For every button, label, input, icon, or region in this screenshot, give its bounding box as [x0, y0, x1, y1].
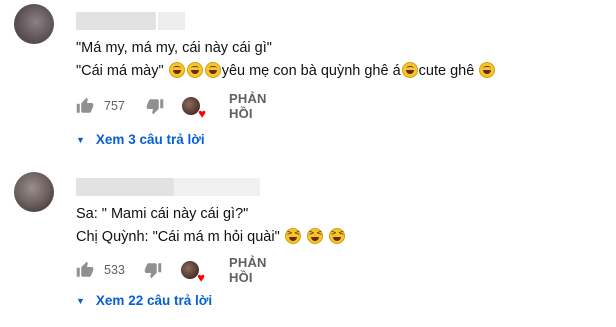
laughing-emoji-icon: [168, 62, 185, 78]
squinting-laugh-emoji-icon: [306, 228, 323, 244]
thumbs-up-icon: [76, 261, 94, 277]
comment-text-line: "Má my, má my, cái này cái gì": [76, 40, 272, 56]
caret-down-icon: ▼: [76, 134, 85, 145]
view-replies-button[interactable]: ▼ Xem 3 câu trả lời: [76, 132, 205, 147]
thumbs-down-icon: [146, 99, 164, 115]
comment-text-segment: Chị Quỳnh: "Cái má m hỏi quài": [76, 229, 284, 245]
thumbs-down-icon: [144, 263, 162, 279]
creator-heart-badge: ♥: [182, 94, 206, 120]
thumbs-up-icon: [76, 97, 94, 113]
view-replies-label: Xem 22 câu trả lời: [95, 293, 213, 308]
laughing-emoji-icon: [204, 62, 221, 78]
reply-button[interactable]: PHẢN HỒI: [229, 255, 267, 285]
author-name-redacted: [158, 12, 185, 30]
comment-text-line: Sa: " Mami cái này cái gì?": [76, 206, 249, 222]
like-button[interactable]: [76, 94, 94, 118]
laughing-emoji-icon: [401, 62, 418, 78]
avatar[interactable]: [14, 172, 54, 212]
comment-text-line: Chị Quỳnh: "Cái má m hỏi quài": [76, 227, 346, 247]
heart-icon: ♥: [197, 270, 205, 285]
squinting-laugh-emoji-icon: [328, 228, 345, 244]
view-replies-button[interactable]: ▼ Xem 22 câu trả lời: [76, 293, 212, 308]
comment-text-segment: cute ghê: [418, 63, 479, 79]
comment-text-segment: yêu mẹ con bà quỳnh ghê á: [221, 63, 401, 79]
author-name-redacted: [174, 178, 260, 196]
comment-text-segment: "Cái má mày": [76, 63, 168, 79]
like-count: 757: [104, 99, 125, 113]
dislike-button[interactable]: [144, 258, 162, 282]
author-name-redacted: [76, 12, 156, 30]
reply-button[interactable]: PHẢN HỒI: [229, 91, 267, 121]
dislike-button[interactable]: [146, 94, 164, 118]
creator-avatar: ♥: [182, 97, 206, 120]
view-replies-label: Xem 3 câu trả lời: [95, 132, 205, 147]
laughing-emoji-icon: [186, 62, 203, 78]
like-button[interactable]: [76, 258, 94, 282]
laughing-emoji-icon: [479, 62, 496, 78]
caret-down-icon: ▼: [76, 295, 85, 306]
creator-heart-badge: ♥: [181, 258, 205, 284]
comment-text-line: "Cái má mày" yêu mẹ con bà quỳnh ghê á cu…: [76, 61, 496, 81]
squinting-laugh-emoji-icon: [284, 228, 301, 244]
heart-icon: ♥: [198, 106, 206, 121]
author-name-redacted: [76, 178, 174, 196]
creator-avatar: ♥: [181, 261, 205, 284]
like-count: 533: [104, 263, 125, 277]
avatar[interactable]: [14, 4, 54, 44]
